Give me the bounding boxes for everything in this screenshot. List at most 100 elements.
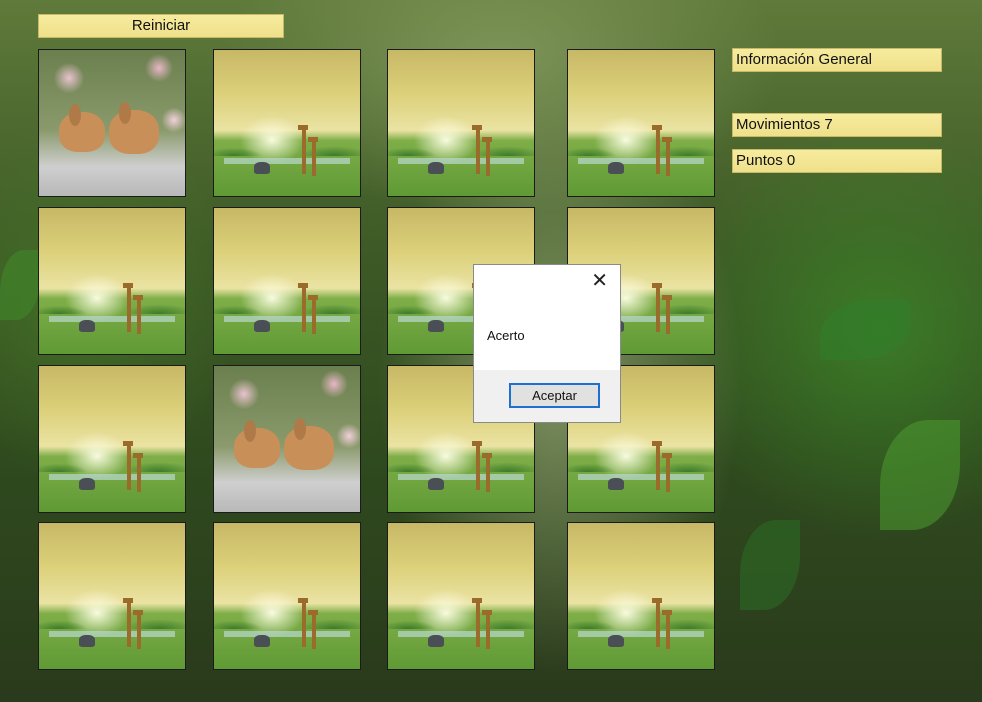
- elephant-figure: [254, 320, 270, 332]
- giraffe-figure: [302, 286, 306, 332]
- message-dialog: ✕ Acerto Aceptar: [473, 264, 621, 423]
- giraffe-figure: [666, 140, 670, 176]
- giraffe-head: [472, 441, 482, 446]
- giraffe-figure: [656, 128, 660, 174]
- hills-scenery: [214, 138, 360, 156]
- game-window: { "toolbar": { "restart_label": "Reinici…: [0, 0, 982, 702]
- rabbit-ear: [244, 420, 256, 442]
- hills-scenery: [568, 138, 714, 156]
- giraffe-head: [123, 598, 133, 603]
- elephant-figure: [608, 478, 624, 490]
- points-counter: Puntos 0: [732, 149, 942, 173]
- moves-counter-text: Movimientos 7: [736, 116, 833, 133]
- memory-card[interactable]: [38, 365, 186, 513]
- giraffe-figure: [127, 444, 131, 490]
- water-scenery: [398, 474, 524, 480]
- giraffe-head: [123, 441, 133, 446]
- info-title: Información General: [732, 48, 942, 72]
- giraffe-head: [298, 283, 308, 288]
- dialog-message: Acerto: [487, 328, 525, 343]
- info-title-text: Información General: [736, 51, 872, 68]
- giraffe-head: [482, 610, 492, 615]
- giraffe-head: [662, 137, 672, 142]
- dialog-footer: Aceptar: [474, 370, 620, 422]
- memory-card[interactable]: [567, 49, 715, 197]
- giraffe-figure: [302, 128, 306, 174]
- elephant-figure: [254, 635, 270, 647]
- giraffe-figure: [486, 456, 490, 492]
- memory-card[interactable]: [38, 49, 186, 197]
- foliage-decoration: [820, 300, 910, 360]
- foliage-decoration: [0, 250, 40, 320]
- elephant-figure: [608, 635, 624, 647]
- elephant-figure: [428, 320, 444, 332]
- foliage-decoration: [740, 520, 800, 610]
- ok-button-label: Aceptar: [532, 388, 577, 403]
- giraffe-head: [472, 125, 482, 130]
- giraffe-head: [133, 295, 143, 300]
- elephant-figure: [79, 635, 95, 647]
- hills-scenery: [568, 611, 714, 629]
- giraffe-figure: [127, 286, 131, 332]
- water-scenery: [224, 631, 350, 637]
- water-scenery: [398, 631, 524, 637]
- giraffe-head: [662, 295, 672, 300]
- elephant-figure: [79, 320, 95, 332]
- hills-scenery: [388, 611, 534, 629]
- memory-card[interactable]: [213, 49, 361, 197]
- giraffe-head: [652, 125, 662, 130]
- hills-scenery: [388, 454, 534, 472]
- giraffe-head: [482, 137, 492, 142]
- giraffe-figure: [137, 613, 141, 649]
- giraffe-figure: [137, 298, 141, 334]
- water-scenery: [398, 158, 524, 164]
- elephant-figure: [428, 478, 444, 490]
- giraffe-head: [308, 610, 318, 615]
- giraffe-head: [123, 283, 133, 288]
- memory-card[interactable]: [213, 207, 361, 355]
- giraffe-figure: [137, 456, 141, 492]
- water-scenery: [578, 631, 704, 637]
- giraffe-head: [652, 441, 662, 446]
- ok-button[interactable]: Aceptar: [509, 383, 600, 408]
- memory-card[interactable]: [567, 522, 715, 670]
- elephant-figure: [79, 478, 95, 490]
- hills-scenery: [39, 454, 185, 472]
- foliage-decoration: [880, 420, 960, 530]
- close-icon[interactable]: ✕: [591, 271, 608, 291]
- memory-card[interactable]: [38, 207, 186, 355]
- giraffe-figure: [666, 298, 670, 334]
- water-scenery: [224, 158, 350, 164]
- moves-counter: Movimientos 7: [732, 113, 942, 137]
- hills-scenery: [214, 611, 360, 629]
- giraffe-head: [662, 610, 672, 615]
- memory-card[interactable]: [213, 365, 361, 513]
- giraffe-head: [472, 598, 482, 603]
- giraffe-head: [133, 610, 143, 615]
- giraffe-figure: [127, 601, 131, 647]
- giraffe-head: [298, 125, 308, 130]
- giraffe-figure: [476, 601, 480, 647]
- giraffe-head: [652, 283, 662, 288]
- water-scenery: [49, 316, 175, 322]
- rabbit-figure: [284, 426, 334, 470]
- giraffe-head: [662, 453, 672, 458]
- giraffe-figure: [312, 298, 316, 334]
- giraffe-head: [308, 137, 318, 142]
- giraffe-figure: [666, 613, 670, 649]
- memory-card[interactable]: [213, 522, 361, 670]
- elephant-figure: [608, 162, 624, 174]
- water-scenery: [49, 631, 175, 637]
- giraffe-figure: [312, 140, 316, 176]
- giraffe-head: [652, 598, 662, 603]
- giraffe-head: [298, 598, 308, 603]
- giraffe-head: [482, 453, 492, 458]
- giraffe-head: [133, 453, 143, 458]
- giraffe-figure: [656, 601, 660, 647]
- hills-scenery: [214, 296, 360, 314]
- memory-card[interactable]: [387, 49, 535, 197]
- memory-card[interactable]: [38, 522, 186, 670]
- hills-scenery: [39, 611, 185, 629]
- memory-card[interactable]: [387, 522, 535, 670]
- restart-button[interactable]: Reiniciar: [38, 14, 284, 38]
